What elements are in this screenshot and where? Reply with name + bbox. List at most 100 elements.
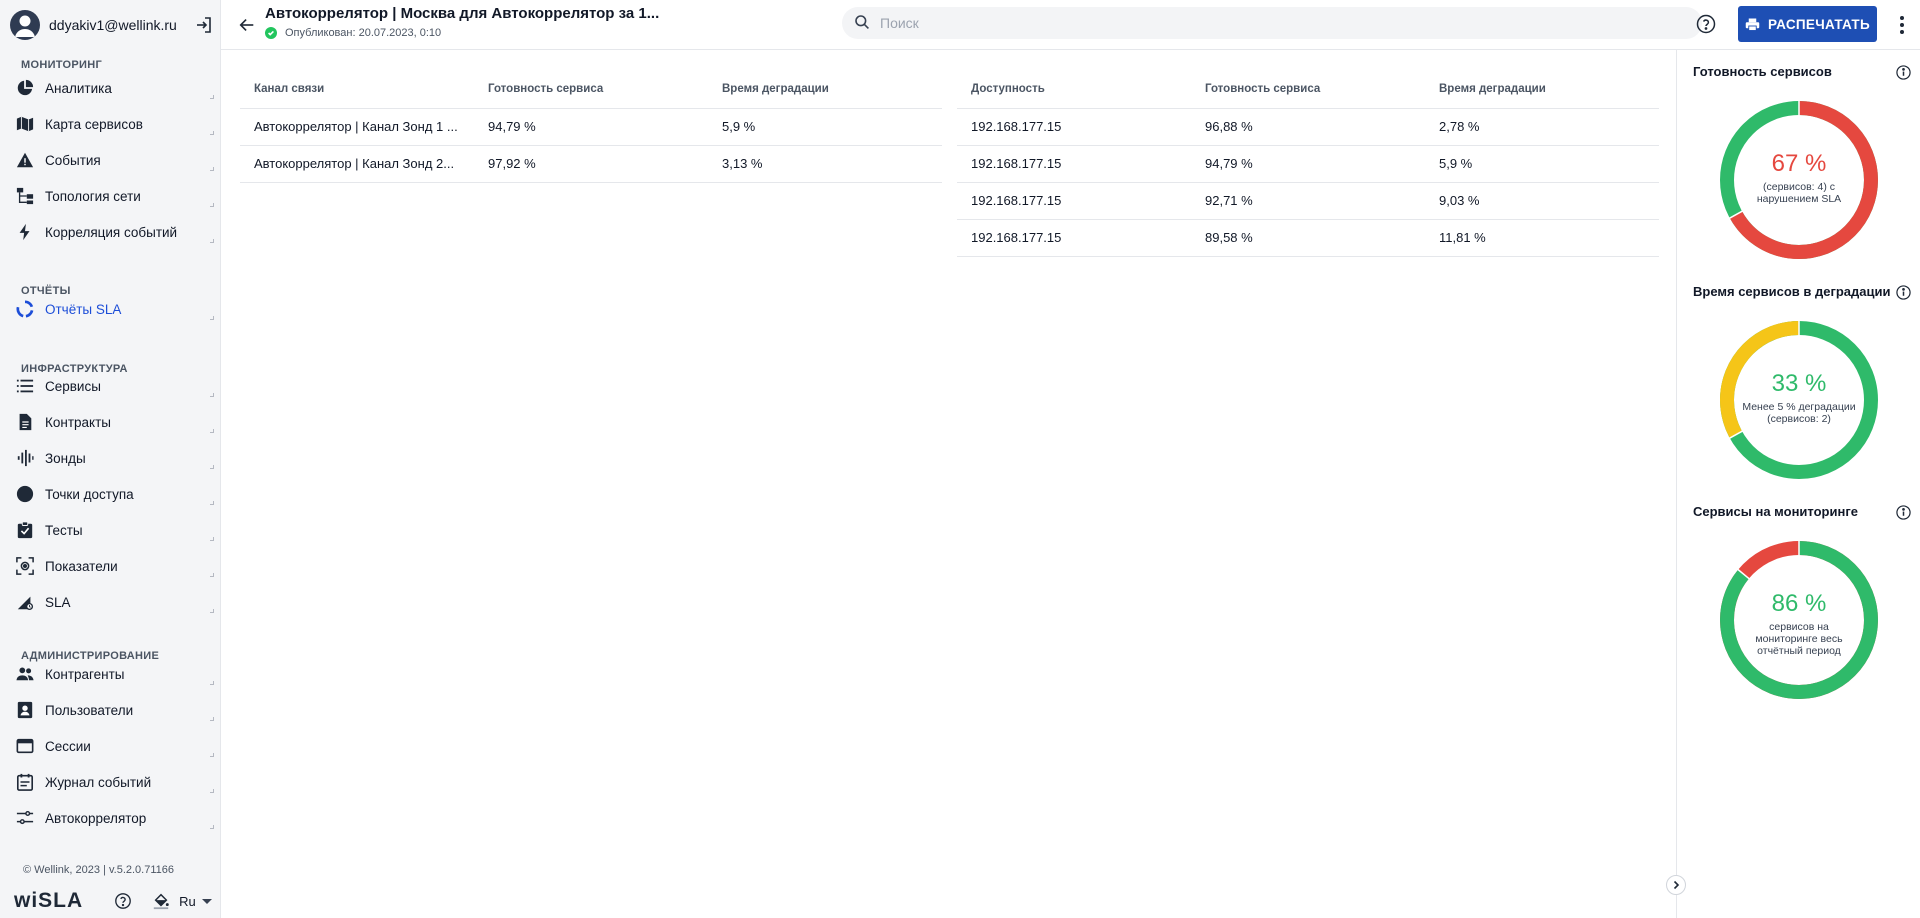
sidebar-item-label: Точки доступа (45, 486, 134, 502)
table-cell: 94,79 % (1191, 145, 1425, 183)
window-icon (14, 735, 36, 757)
sidebar-item[interactable]: Контрагенты (14, 659, 214, 689)
sidebar-item-label: События (45, 152, 101, 168)
expand-corner-icon (210, 167, 214, 171)
expand-corner-icon (210, 825, 214, 829)
language-label: Ru (179, 893, 196, 909)
avatar[interactable] (10, 10, 40, 40)
circle-icon (14, 483, 36, 505)
topology-icon (14, 185, 36, 207)
info-icon[interactable] (1895, 64, 1911, 80)
paint-bucket-icon[interactable] (151, 891, 171, 911)
table-cell: 97,92 % (474, 145, 708, 183)
sidebar-item[interactable]: Аналитика (14, 73, 214, 103)
copyright: © Wellink, 2023 | v.5.2.0.71166 (23, 864, 174, 876)
sidebar-item[interactable]: Зонды (14, 443, 214, 473)
page-title: Автокоррелятор | Москва для Автокоррелят… (265, 5, 660, 22)
access-point-table: Доступность Готовность сервиса Время дегра… (957, 70, 1659, 257)
logo: wiSLA (14, 889, 84, 912)
info-icon[interactable] (1895, 504, 1911, 520)
sidebar-item[interactable]: Показатели (14, 551, 214, 581)
widget-title: Сервисы на мониторинге (1693, 504, 1858, 519)
warning-icon (14, 149, 36, 171)
sidebar-item-label: Показатели (45, 558, 118, 574)
expand-corner-icon (210, 681, 214, 685)
table-cell: 2,78 % (1425, 108, 1659, 146)
column-header[interactable]: Время деградации (708, 70, 942, 109)
expand-corner-icon (210, 501, 214, 505)
language-select[interactable]: Ru (179, 894, 212, 909)
column-header[interactable]: Канал связи (240, 70, 474, 109)
column-header[interactable]: Время деградации (1425, 70, 1659, 109)
sidebar-item-label: Контракты (45, 414, 111, 430)
sidebar-item[interactable]: Тесты (14, 515, 214, 545)
column-header[interactable]: Готовность сервиса (1191, 70, 1425, 109)
sidebar-item[interactable]: Автокоррелятор (14, 803, 214, 833)
expand-corner-icon (210, 717, 214, 721)
expand-corner-icon (210, 203, 214, 207)
donut-value: 86 % (1771, 590, 1827, 617)
table-row[interactable]: 192.168.177.15 94,79 % 5,9 % (957, 145, 1659, 183)
sidebar-item-label: Отчёты SLA (45, 301, 122, 317)
document-icon (14, 411, 36, 433)
table-cell: 5,9 % (1425, 145, 1659, 183)
sla-icon (14, 591, 36, 613)
help-circle-icon[interactable] (113, 891, 133, 911)
metrics-icon (14, 555, 36, 577)
sidebar-item[interactable]: Пользователи (14, 695, 214, 725)
donut-label: 33 % Менее 5 % деградации (сервисов: 2) (1737, 370, 1861, 425)
donut-value: 33 % (1771, 370, 1827, 397)
journal-icon (14, 771, 36, 793)
sidebar-item[interactable]: Журнал событий (14, 767, 214, 797)
table-cell: 192.168.177.15 (957, 182, 1191, 220)
table-cell: 192.168.177.15 (957, 145, 1191, 183)
sidebar-item-label: Журнал событий (45, 774, 152, 790)
table-row[interactable]: 192.168.177.15 96,88 % 2,78 % (957, 108, 1659, 146)
table-row[interactable]: Автокоррелятор | Канал Зонд 1 ... 94,79 %… (240, 108, 942, 146)
table-cell: 192.168.177.15 (957, 219, 1191, 257)
widget-title: Готовность сервисов (1693, 64, 1832, 79)
user-row[interactable]: ddyakiv1@wellink.ru (10, 10, 215, 40)
sidebar-item[interactable]: Карта сервисов (14, 109, 214, 139)
list-icon (14, 375, 36, 397)
sidebar-item-label: Автокоррелятор (45, 810, 147, 826)
search-bar[interactable] (842, 7, 1702, 39)
sidebar-item[interactable]: Корреляция событий (14, 217, 214, 247)
column-header[interactable]: Готовность сервиса (474, 70, 708, 109)
back-arrow-icon[interactable] (235, 13, 259, 37)
logout-icon[interactable] (193, 14, 215, 36)
sidebar-item[interactable]: Точки доступа (14, 479, 214, 509)
published-date: Опубликован: 20.07.2023, 0:10 (285, 27, 442, 39)
clipboard-check-icon (14, 519, 36, 541)
widget-title: Время сервисов в деградации (1693, 284, 1891, 299)
sidebar-item[interactable]: Сессии (14, 731, 214, 761)
search-input[interactable] (880, 15, 1660, 31)
sidebar-item[interactable]: Топология сети (14, 181, 214, 211)
info-icon[interactable] (1895, 284, 1911, 300)
print-label: РАСПЕЧАТАТЬ (1768, 16, 1870, 32)
bottom-bar: wiSLA Ru (14, 888, 214, 914)
table-row[interactable]: 192.168.177.15 92,71 % 9,03 % (957, 182, 1659, 220)
table-row[interactable]: Автокоррелятор | Канал Зонд 2... 97,92 % 3… (240, 145, 942, 183)
table-cell: 192.168.177.15 (957, 108, 1191, 146)
expand-corner-icon (210, 239, 214, 243)
sidebar-item[interactable]: Контракты (14, 407, 214, 437)
column-header[interactable]: Доступность (957, 70, 1191, 109)
more-menu-icon[interactable] (1892, 13, 1912, 37)
sidebar-item-label: Корреляция событий (45, 224, 178, 240)
sidebar-item[interactable]: События (14, 145, 214, 175)
table-cell: 94,79 % (474, 108, 708, 146)
table-row[interactable]: 192.168.177.15 89,58 % 11,81 % (957, 219, 1659, 257)
chevron-right-icon[interactable] (1666, 875, 1686, 895)
sidebar-item-label: Пользователи (45, 702, 134, 718)
search-icon (854, 14, 870, 33)
donut-caption: сервисов на мониторинге весь отчётный пе… (1755, 621, 1843, 657)
sidebar-item[interactable]: Сервисы (14, 371, 214, 401)
help-icon[interactable] (1694, 12, 1718, 36)
print-button[interactable]: РАСПЕЧАТАТЬ (1738, 6, 1877, 42)
header: Автокоррелятор | Москва для Автокоррелят… (221, 0, 1920, 50)
table-cell: Автокоррелятор | Канал Зонд 1 ... (240, 108, 474, 146)
sidebar-item[interactable]: SLA (14, 587, 214, 617)
sidebar-item[interactable]: Отчёты SLA (14, 294, 214, 324)
sidebar-item-label: Зонды (45, 450, 86, 466)
